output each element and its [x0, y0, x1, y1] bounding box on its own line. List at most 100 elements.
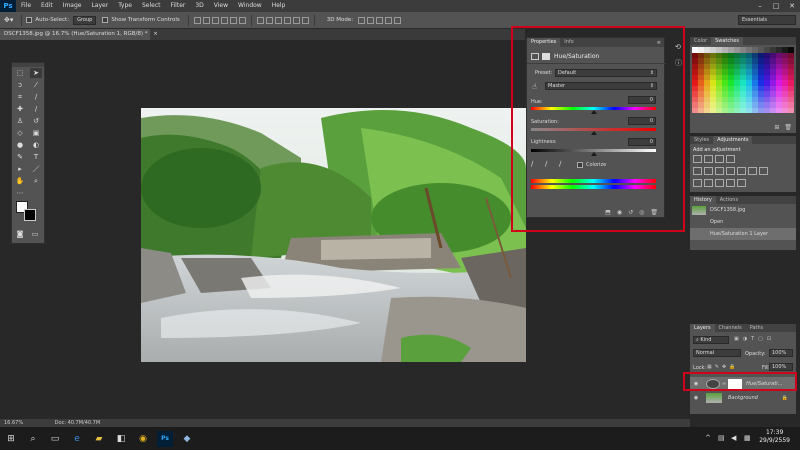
tab-channels[interactable]: Channels [715, 324, 746, 332]
gradient-map-icon[interactable] [726, 179, 735, 187]
layer-row-background[interactable]: ◉ Background 🔒 [690, 391, 796, 404]
lock-position-icon[interactable]: ✥ [722, 364, 726, 370]
gradient-tool-icon[interactable]: ▣ [30, 128, 42, 138]
network-icon[interactable]: ▤ [718, 434, 725, 442]
lock-transparent-icon[interactable]: ▦ [707, 364, 712, 370]
swatch[interactable] [704, 107, 710, 113]
swatch-grid[interactable] [692, 47, 794, 113]
blend-mode-dropdown[interactable]: Normal [693, 349, 741, 357]
app-taskbar-icon[interactable]: ◆ [179, 431, 195, 447]
color-lookup-icon[interactable] [759, 167, 768, 175]
healing-brush-icon[interactable]: ✚ [14, 104, 26, 114]
swatch[interactable] [758, 107, 764, 113]
zoom-tool-icon[interactable]: ⌕ [30, 176, 42, 186]
store-icon[interactable]: ◧ [113, 431, 129, 447]
minimize-button[interactable]: – [752, 0, 768, 12]
new-swatch-icon[interactable]: ⊞ [774, 124, 779, 131]
tray-expand-icon[interactable]: ^ [705, 434, 711, 442]
menu-file[interactable]: File [16, 0, 36, 12]
menu-layer[interactable]: Layer [86, 0, 113, 12]
roll-3d-icon[interactable] [367, 16, 375, 24]
lock-image-icon[interactable]: ✎ [715, 364, 719, 370]
distribute-bottom-icon[interactable] [274, 16, 282, 24]
distribute-top-icon[interactable] [256, 16, 264, 24]
align-bottom-icon[interactable] [211, 16, 219, 24]
opacity-input[interactable]: 100% [769, 349, 793, 357]
fill-input[interactable]: 100% [769, 363, 793, 371]
close-tab-icon[interactable]: × [153, 31, 158, 37]
photoshop-taskbar-icon[interactable]: Ps [157, 430, 173, 447]
invert-icon[interactable] [693, 179, 702, 187]
workspace-switcher[interactable]: Essentials [738, 15, 796, 25]
pan-3d-icon[interactable] [376, 16, 384, 24]
visibility-eye-icon[interactable]: ◉ [690, 395, 702, 401]
filter-type-icon[interactable]: T [751, 336, 754, 342]
lock-all-icon[interactable]: 🔒 [729, 364, 735, 370]
menu-image[interactable]: Image [58, 0, 87, 12]
black-white-icon[interactable] [726, 167, 735, 175]
tab-paths[interactable]: Paths [746, 324, 768, 332]
volume-icon[interactable]: ◀ [731, 434, 736, 442]
tab-styles[interactable]: Styles [690, 136, 713, 144]
brush-tool-icon[interactable]: ∕ [30, 104, 42, 114]
document-tab[interactable]: DSCF1358.jpg @ 16.7% (Hue/Saturation 1, … [0, 29, 158, 40]
eraser-tool-icon[interactable]: ◇ [14, 128, 26, 138]
posterize-icon[interactable] [704, 179, 713, 187]
tab-history[interactable]: History [690, 196, 716, 204]
menu-window[interactable]: Window [233, 0, 267, 12]
align-right-icon[interactable] [238, 16, 246, 24]
align-top-icon[interactable] [193, 16, 201, 24]
menu-type[interactable]: Type [113, 0, 137, 12]
crop-tool-icon[interactable]: ⌗ [14, 92, 26, 102]
swatch[interactable] [710, 107, 716, 113]
quick-mask-icon[interactable]: ◙ [14, 229, 26, 239]
swatch[interactable] [740, 107, 746, 113]
auto-select-dropdown[interactable]: Group [73, 15, 97, 25]
selective-color-icon[interactable] [737, 179, 746, 187]
filter-smart-icon[interactable]: ⊡ [767, 336, 771, 342]
align-middle-icon[interactable] [202, 16, 210, 24]
background-color-swatch[interactable] [24, 209, 36, 221]
filter-shape-icon[interactable]: ▢ [758, 336, 763, 342]
history-item-open[interactable]: Open [690, 216, 796, 228]
swatch[interactable] [788, 107, 794, 113]
photo-filter-icon[interactable] [737, 167, 746, 175]
menu-3d[interactable]: 3D [190, 0, 208, 12]
slide-3d-icon[interactable] [385, 16, 393, 24]
chrome-icon[interactable]: ◉ [135, 431, 151, 447]
menu-edit[interactable]: Edit [36, 0, 58, 12]
orbit-3d-icon[interactable] [358, 16, 366, 24]
search-icon[interactable]: ⌕ [25, 431, 41, 447]
swatch[interactable] [752, 107, 758, 113]
menu-filter[interactable]: Filter [166, 0, 191, 12]
pen-tool-icon[interactable]: ✎ [14, 152, 26, 162]
swatch[interactable] [764, 107, 770, 113]
zoom-level[interactable]: 16.67% [4, 420, 23, 426]
eyedropper-icon[interactable]: ∕ [30, 92, 42, 102]
tab-actions[interactable]: Actions [716, 196, 742, 204]
magic-wand-icon[interactable]: ⁄ [30, 80, 42, 90]
delete-swatch-icon[interactable]: 🗑 [784, 124, 792, 131]
edge-browser-icon[interactable]: e [69, 431, 85, 447]
swatch[interactable] [746, 107, 752, 113]
menu-help[interactable]: Help [267, 0, 291, 12]
file-explorer-icon[interactable]: ▰ [91, 431, 107, 447]
document-canvas[interactable] [141, 108, 526, 362]
levels-icon[interactable] [704, 155, 713, 163]
swatch[interactable] [692, 107, 698, 113]
move-tool-icon[interactable]: ✥▾ [4, 16, 13, 24]
tab-adjustments[interactable]: Adjustments [713, 136, 753, 144]
blur-tool-icon[interactable]: ● [14, 140, 26, 150]
tab-color[interactable]: Color [690, 37, 711, 45]
maximize-button[interactable]: □ [768, 0, 784, 12]
system-clock[interactable]: 17:39 29/9/2559 [759, 429, 790, 445]
channel-mixer-icon[interactable] [748, 167, 757, 175]
hand-tool-icon[interactable]: ✋ [14, 176, 26, 186]
align-center-icon[interactable] [229, 16, 237, 24]
menu-view[interactable]: View [209, 0, 233, 12]
history-brush-icon[interactable]: ↺ [30, 116, 42, 126]
type-tool-icon[interactable]: T [30, 152, 42, 162]
show-transform-checkbox[interactable] [102, 17, 109, 23]
dodge-tool-icon[interactable]: ◐ [30, 140, 42, 150]
align-left-icon[interactable] [220, 16, 228, 24]
